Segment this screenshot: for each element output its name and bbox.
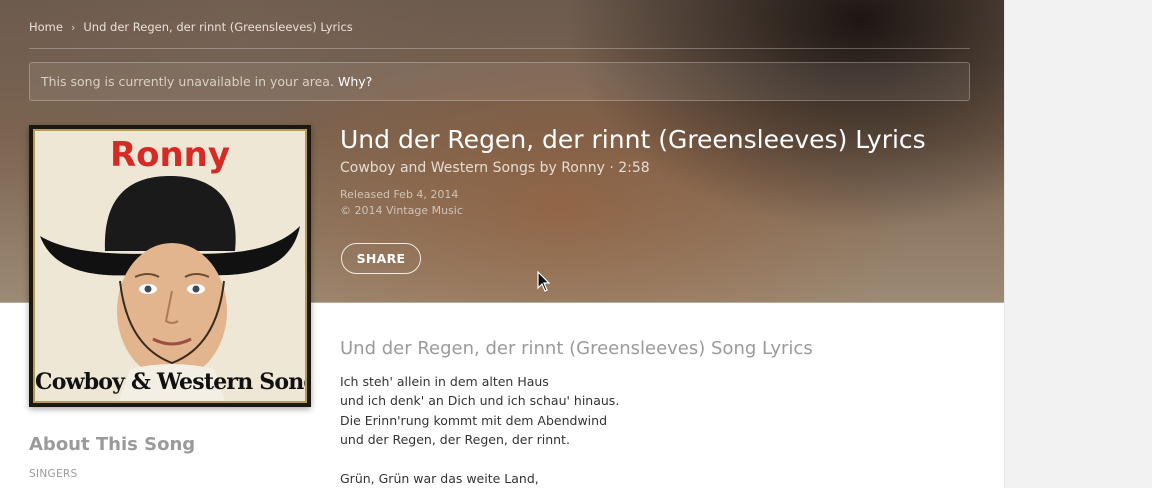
singers-label: SINGERS [29,468,78,480]
lyrics-heading: Und der Regen, der rinnt (Greensleeves) … [340,338,813,359]
lyrics-line: und der Regen, der Regen, der rinnt. [340,432,570,448]
lyrics-line: Ich steh' allein in dem alten Haus [340,374,549,389]
why-link[interactable]: Why? [338,74,372,89]
share-button[interactable]: SHARE [341,243,421,274]
lyrics-body: Ich steh' allein in dem alten Haus und i… [340,372,619,488]
notice-text: This song is currently unavailable in yo… [41,74,334,89]
breadcrumb-divider [29,48,970,49]
song-subtitle: Cowboy and Western Songs by Ronny · 2:58 [340,160,650,176]
album-cover-top-text: Ronny [109,135,231,175]
album-cover[interactable]: Ronny Cowboy & Western Songs [29,125,311,407]
release-date: Released Feb 4, 2014 [340,188,459,201]
song-meta: Released Feb 4, 2014 © 2014 Vintage Musi… [340,187,463,219]
breadcrumb: Home › Und der Regen, der rinnt (Greensl… [29,20,353,34]
lyrics-line: Grün, Grün war das weite Land, [340,471,539,487]
song-title: Und der Regen, der rinnt (Greensleeves) … [340,125,926,154]
mouse-pointer-icon [537,271,551,292]
album-cover-bottom-text: Cowboy & Western Songs [35,369,307,395]
lyrics-line: Die Erinn'rung kommt mit dem Abendwind [340,412,607,428]
chevron-right-icon: › [70,20,76,34]
lyrics-line: und ich denk' an Dich und ich schau' hin… [340,393,620,409]
unavailable-notice: This song is currently unavailable in yo… [29,62,970,101]
album-cover-art: Ronny Cowboy & Western Songs [33,129,307,403]
copyright-text: © 2014 Vintage Music [340,204,463,217]
about-heading: About This Song [29,434,196,455]
right-sidebar [1004,0,1152,488]
breadcrumb-current: Und der Regen, der rinnt (Greensleeves) … [83,20,353,34]
breadcrumb-home-link[interactable]: Home [29,20,63,34]
lyrics-stanza-break [340,450,619,469]
